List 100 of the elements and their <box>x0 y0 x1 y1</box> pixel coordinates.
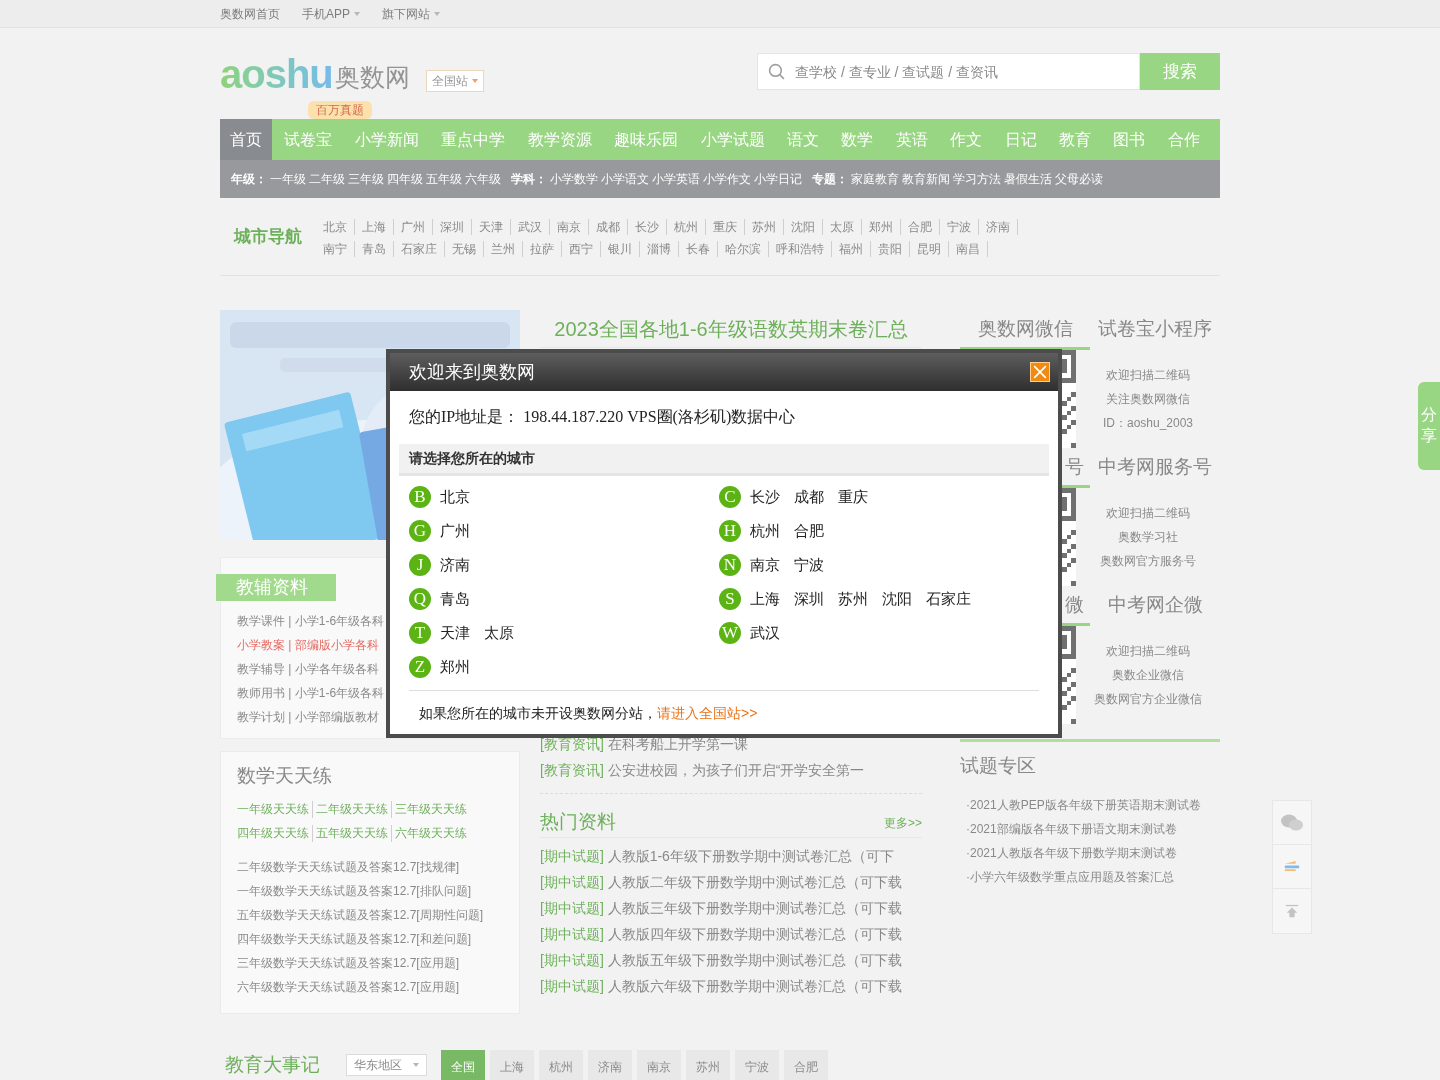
city-link[interactable]: 济南 <box>440 553 470 577</box>
city-link[interactable]: 武汉 <box>750 621 780 645</box>
city-link[interactable]: 北京 <box>440 485 470 509</box>
practice-link[interactable]: 六年级数学天天练试题及答案12.7[应用题] <box>237 978 503 996</box>
region-tab[interactable]: 上海 <box>490 1050 534 1080</box>
practice-link[interactable]: 三年级数学天天练试题及答案12.7[应用题] <box>237 954 503 972</box>
city-link[interactable]: 成都 <box>794 485 824 509</box>
city-link[interactable]: 太原 <box>823 218 862 235</box>
city-link[interactable]: 长春 <box>679 240 718 257</box>
nav-tab[interactable]: 合作 <box>1157 119 1210 160</box>
city-link[interactable]: 哈尔滨 <box>718 240 769 257</box>
city-link[interactable]: 杭州 <box>750 519 780 543</box>
sub-nav-link[interactable]: 三年级 <box>348 170 384 188</box>
nav-tab[interactable]: 首页 <box>220 119 272 160</box>
nav-tab[interactable]: 数学 <box>831 119 884 160</box>
nav-tab[interactable]: 重点中学 <box>431 119 516 160</box>
grade-link[interactable]: 六年级天天练 <box>391 824 470 842</box>
search-field[interactable]: 查学校 / 查专业 / 查试题 / 查资讯 <box>757 53 1140 90</box>
city-link[interactable]: 贵阳 <box>871 240 910 257</box>
sub-nav-link[interactable]: 六年级 <box>465 170 501 188</box>
city-link[interactable]: 郑州 <box>862 218 901 235</box>
city-link[interactable]: 北京 <box>316 218 355 235</box>
city-link[interactable]: 天津 <box>440 621 470 645</box>
top-link[interactable]: 奥数网首页 <box>220 4 280 23</box>
sub-nav-link[interactable]: 小学语文 <box>601 170 649 188</box>
close-button[interactable] <box>1030 362 1050 382</box>
city-link[interactable]: 南昌 <box>949 240 988 257</box>
share-tab[interactable]: 分享 <box>1418 382 1440 470</box>
city-link[interactable]: 上海 <box>750 587 780 611</box>
city-link[interactable]: 太原 <box>484 621 514 645</box>
city-link[interactable]: 天津 <box>472 218 511 235</box>
sub-nav-link[interactable]: 二年级 <box>309 170 345 188</box>
sub-nav-link[interactable]: 小学日记 <box>754 170 802 188</box>
resource-link[interactable]: [期中试题] 人教版六年级下册数学期中测试卷汇总（可下载 <box>540 978 922 995</box>
city-link[interactable]: 银川 <box>601 240 640 257</box>
nav-tab[interactable]: 趣味乐园 <box>604 119 689 160</box>
city-link[interactable]: 宁波 <box>794 553 824 577</box>
city-link[interactable]: 兰州 <box>484 240 523 257</box>
nav-tab[interactable]: 试卷宝 <box>274 119 343 160</box>
nav-tab[interactable]: 作文 <box>940 119 993 160</box>
city-link[interactable]: 成都 <box>589 218 628 235</box>
tab[interactable]: 中考网企微 <box>1090 586 1220 626</box>
region-tab[interactable]: 合肥 <box>784 1050 828 1080</box>
city-link[interactable]: 淄博 <box>640 240 679 257</box>
exam-link[interactable]: ·2021人教PEP版各年级下册英语期末测试卷 <box>966 796 1220 814</box>
city-link[interactable]: 郑州 <box>440 655 470 679</box>
sub-nav-link[interactable]: 四年级 <box>387 170 423 188</box>
exam-link[interactable]: ·2021部编版各年级下册语文期末测试卷 <box>966 820 1220 838</box>
region-tab[interactable]: 济南 <box>588 1050 632 1080</box>
practice-link[interactable]: 五年级数学天天练试题及答案12.7[周期性问题] <box>237 906 503 924</box>
resource-link[interactable]: [期中试题] 人教版三年级下册数学期中测试卷汇总（可下载 <box>540 900 922 917</box>
city-link[interactable]: 苏州 <box>745 218 784 235</box>
sub-nav-link[interactable]: 小学英语 <box>652 170 700 188</box>
sub-nav-link[interactable]: 小学数学 <box>550 170 598 188</box>
city-link[interactable]: 青岛 <box>440 587 470 611</box>
city-link[interactable]: 苏州 <box>838 587 868 611</box>
resource-link[interactable]: [期中试题] 人教版五年级下册数学期中测试卷汇总（可下载 <box>540 952 922 969</box>
tab[interactable]: 试卷宝小程序 <box>1090 310 1220 350</box>
headline-link[interactable]: 2023全国各地1-6年级语数英期末卷汇总 <box>554 310 908 347</box>
national-site-link[interactable]: 请进入全国站>> <box>657 703 758 724</box>
city-link[interactable]: 长沙 <box>628 218 667 235</box>
sub-nav-link[interactable]: 暑假生活 <box>1004 170 1052 188</box>
practice-link[interactable]: 四年级数学天天练试题及答案12.7[和差问题] <box>237 930 503 948</box>
tab[interactable]: 中考网服务号 <box>1090 448 1220 488</box>
more-link[interactable]: 更多>> <box>884 813 922 832</box>
nav-tab[interactable]: 语文 <box>776 119 829 160</box>
sub-nav-link[interactable]: 一年级 <box>270 170 306 188</box>
city-link[interactable]: 广州 <box>394 218 433 235</box>
city-link[interactable]: 南京 <box>550 218 589 235</box>
top-link[interactable]: 手机APP <box>302 4 360 23</box>
city-link[interactable]: 杭州 <box>667 218 706 235</box>
logo-name[interactable]: 奥数网 <box>334 59 410 94</box>
city-link[interactable]: 合肥 <box>901 218 940 235</box>
grade-link[interactable]: 一年级天天练 <box>237 800 312 818</box>
region-select[interactable]: 华东地区 <box>346 1054 427 1076</box>
nav-tab[interactable]: 小学新闻 <box>344 119 429 160</box>
nav-tab[interactable]: 小学试题 <box>690 119 775 160</box>
news-link[interactable]: [教育资讯] 在科考船上开学第一课 <box>540 736 922 753</box>
nav-tab[interactable]: 日记 <box>994 119 1047 160</box>
grade-link[interactable]: 五年级天天练 <box>312 824 391 842</box>
city-link[interactable]: 拉萨 <box>523 240 562 257</box>
nav-tab[interactable]: 图书 <box>1103 119 1156 160</box>
city-link[interactable]: 呼和浩特 <box>769 240 832 257</box>
sub-nav-link[interactable]: 教育新闻 <box>902 170 950 188</box>
grade-link[interactable]: 四年级天天练 <box>237 824 312 842</box>
city-link[interactable]: 昆明 <box>910 240 949 257</box>
grade-link[interactable]: 二年级天天练 <box>312 800 391 818</box>
sub-nav-link[interactable]: 小学作文 <box>703 170 751 188</box>
city-link[interactable]: 沈阳 <box>784 218 823 235</box>
region-tab[interactable]: 南京 <box>637 1050 681 1080</box>
nav-tab[interactable]: 教育 <box>1049 119 1102 160</box>
region-tab[interactable]: 苏州 <box>686 1050 730 1080</box>
city-link[interactable]: 青岛 <box>355 240 394 257</box>
city-link[interactable]: 福州 <box>832 240 871 257</box>
city-link[interactable]: 无锡 <box>445 240 484 257</box>
city-link[interactable]: 南宁 <box>316 240 355 257</box>
city-link[interactable]: 石家庄 <box>926 587 971 611</box>
nav-tab[interactable]: 教学资源 <box>517 119 602 160</box>
exam-link[interactable]: ·小学六年级数学重点应用题及答案汇总 <box>966 868 1220 886</box>
city-link[interactable]: 武汉 <box>511 218 550 235</box>
